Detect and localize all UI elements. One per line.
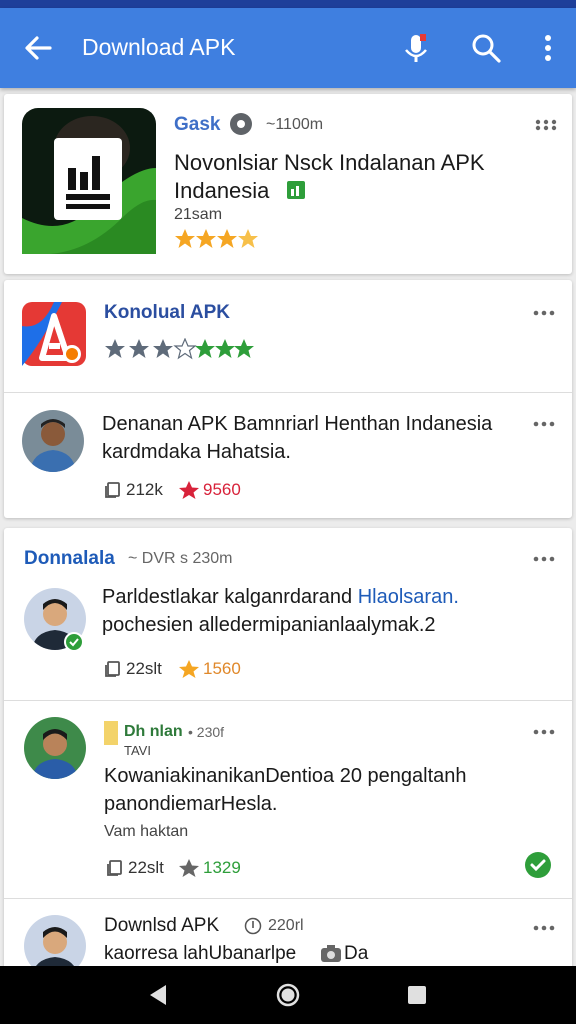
rating-stars xyxy=(105,338,254,360)
item-title[interactable]: Downlsd APK xyxy=(104,915,219,937)
item-text-line1: Parldestlakar kalganrdarand Hlaolsaran. xyxy=(102,586,459,609)
author-meta: • 230f xyxy=(188,724,225,740)
status-bar xyxy=(0,0,576,8)
app-title-line2[interactable]: Indanesia xyxy=(174,178,269,204)
item-text-line3: Vam haktan xyxy=(104,823,189,840)
download-count: 212k xyxy=(126,480,163,499)
list-item[interactable]: Dh nlan • 230f TAVI KowaniakinanikanDent… xyxy=(4,701,572,897)
author-name[interactable]: Dh nlan xyxy=(124,723,183,741)
app-meta: 21sam xyxy=(174,206,223,223)
app-title-line1[interactable]: Novonlsiar Nsck Indalanan APK xyxy=(174,150,485,176)
app-size: ~1100m xyxy=(266,116,324,133)
info-icon xyxy=(244,917,262,935)
download-count: 22slt xyxy=(128,858,164,877)
section-header-meta: ~ DVR s 230m xyxy=(128,550,233,567)
avatar xyxy=(22,410,84,472)
rating-value: 1329 xyxy=(203,858,241,877)
author-subtitle: TAVI xyxy=(124,743,151,758)
section-header: Donnalala xyxy=(24,548,115,569)
search-icon[interactable] xyxy=(468,30,504,66)
list-item[interactable]: Denanan APK Bamnriarl Henthan Indanesia … xyxy=(4,393,572,518)
likes-count: 9560 xyxy=(203,480,241,499)
item-text-line1: kaorresa lahUbanarlpe xyxy=(104,943,297,964)
app-bar: Download APK xyxy=(0,8,576,88)
copy-icon[interactable] xyxy=(104,660,122,678)
item-text-tail: Da xyxy=(344,943,369,964)
more-options-icon[interactable] xyxy=(532,417,556,431)
microphone-icon[interactable] xyxy=(398,30,434,66)
item-text-line2: panondiemarHesla. xyxy=(104,793,278,815)
item-text-plain: Parldestlakar kalganrdarand xyxy=(102,586,353,608)
nav-recents-icon[interactable] xyxy=(402,980,432,1010)
more-options-icon[interactable] xyxy=(534,118,558,132)
check-circle-icon[interactable] xyxy=(524,851,552,879)
rating-stars xyxy=(175,229,258,248)
item-meta: 220rl xyxy=(268,917,304,934)
copy-icon[interactable] xyxy=(104,481,122,499)
verified-developer-icon xyxy=(230,113,252,135)
camera-icon xyxy=(321,945,341,962)
item-text-line2: pochesien alledermipanianlaalymak.2 xyxy=(102,614,436,636)
download-count: 22slt xyxy=(126,659,162,678)
avatar xyxy=(24,717,86,779)
back-arrow-icon[interactable] xyxy=(20,30,56,66)
bookmark-icon xyxy=(104,721,118,745)
rating-value: 1560 xyxy=(203,659,241,678)
list-item[interactable]: Konolual APK xyxy=(4,280,572,392)
more-options-icon[interactable] xyxy=(532,921,556,935)
more-options-icon[interactable] xyxy=(532,552,556,566)
developer-name[interactable]: Gask xyxy=(174,114,220,136)
app-icon xyxy=(22,108,156,254)
list-item[interactable]: Parldestlakar kalganrdarand Hlaolsaran. … xyxy=(4,578,572,698)
copy-icon[interactable] xyxy=(106,859,124,877)
star-icon xyxy=(179,859,199,877)
more-options-icon[interactable] xyxy=(532,306,556,320)
more-options-icon[interactable] xyxy=(532,725,556,739)
overflow-menu-icon[interactable] xyxy=(530,30,566,66)
app-title: Konolual APK xyxy=(104,302,230,323)
star-icon xyxy=(179,660,199,678)
nav-back-icon[interactable] xyxy=(144,980,174,1010)
nav-home-icon[interactable] xyxy=(273,980,303,1010)
feed-card: Donnalala ~ DVR s 230m Parldestlakar kal… xyxy=(4,528,572,978)
app-logo-icon xyxy=(22,302,86,366)
app-list-card: Konolual APK Denanan APK Bamnriarl Henth… xyxy=(4,280,572,518)
item-text-highlight[interactable]: Hlaolsaran. xyxy=(358,586,459,608)
star-icon xyxy=(179,481,199,499)
item-text-line1: KowaniakinanikanDentioa 20 pengaltanh xyxy=(104,765,467,787)
page-title: Download APK xyxy=(82,34,236,60)
item-text-line1: Denanan APK Bamnriarl Henthan Indanesia xyxy=(102,413,493,435)
system-nav-bar xyxy=(0,966,576,1024)
item-text-line2: kardmdaka Hahatsia. xyxy=(102,441,291,463)
badge-icon xyxy=(287,181,305,199)
verified-badge-icon xyxy=(64,632,84,652)
featured-app-card[interactable]: Gask ~1100m Novonlsiar Nsck Indalanan AP… xyxy=(4,94,572,274)
